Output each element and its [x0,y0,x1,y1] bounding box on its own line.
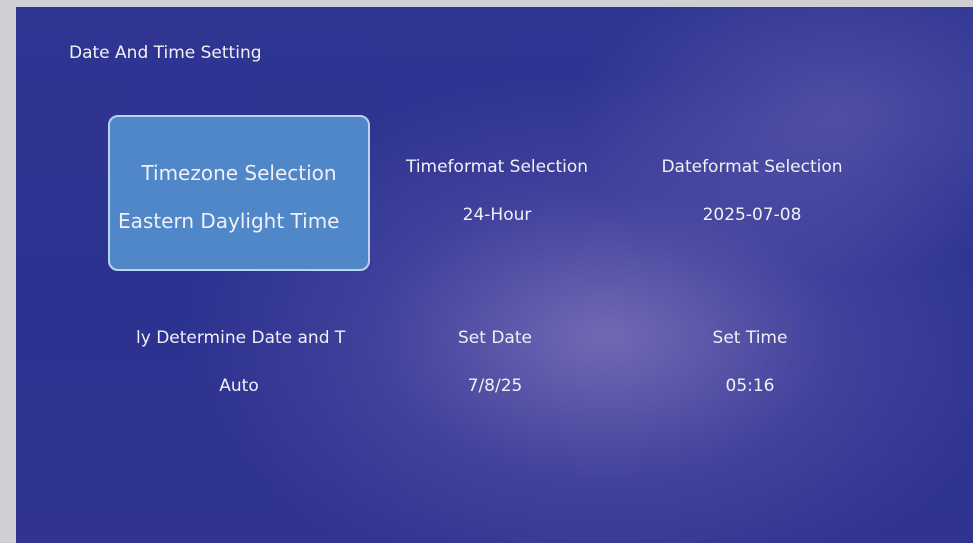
timezone-selection-label: Timezone Selection [141,161,337,185]
tv-screen: Date And Time Setting Timezone Selection… [16,7,973,543]
timeformat-selection-label: Timeformat Selection [405,157,589,177]
dateformat-selection-tile[interactable]: Dateformat Selection 2025-07-08 [621,115,883,271]
timeformat-selection-tile[interactable]: Timeformat Selection 24-Hour [366,115,628,271]
set-time-label: Set Time [712,328,788,348]
set-date-label: Set Date [458,328,532,348]
timeformat-selection-value: 24-Hour [462,205,532,225]
set-date-tile[interactable]: Set Date 7/8/25 [364,286,626,442]
dateformat-selection-value: 2025-07-08 [702,205,802,225]
auto-date-time-tile[interactable]: ly Determine Date and T Auto [108,286,370,442]
page-title: Date And Time Setting [69,43,262,63]
timezone-selection-value: Eastern Daylight Time [118,209,340,233]
dateformat-selection-label: Dateformat Selection [661,157,843,177]
set-time-value: 05:16 [725,376,775,396]
set-date-value: 7/8/25 [467,376,523,396]
auto-date-time-label: ly Determine Date and T [136,328,346,348]
timezone-selection-tile[interactable]: Timezone Selection Eastern Daylight Time [108,115,370,271]
auto-date-time-value: Auto [219,376,259,396]
set-time-tile[interactable]: Set Time 05:16 [619,286,881,442]
